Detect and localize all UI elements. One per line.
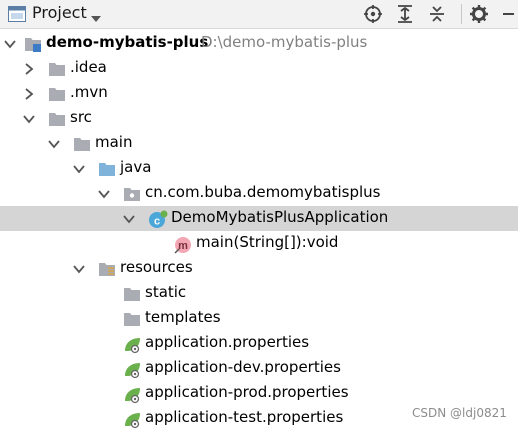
folder-static-label: static [145,283,187,301]
tree-row-idea[interactable]: .idea [0,56,518,81]
package-label: cn.com.buba.demomybatisplus [145,183,381,201]
folder-resources-label: resources [120,258,193,276]
resources-folder-icon [98,260,116,278]
root-project-path: D:\demo-mybatis-plus [201,33,368,51]
spring-properties-icon [123,385,141,404]
tree-row-resources[interactable]: resources [0,256,518,281]
toolbar-divider [461,4,462,24]
chevron-down-icon[interactable] [72,261,86,275]
tree-row-main[interactable]: main [0,131,518,156]
project-view-icon [8,6,26,26]
chevron-down-icon[interactable] [72,161,86,175]
hide-icon[interactable] [500,4,516,28]
folder-icon [123,310,141,328]
method-icon: m [173,235,191,254]
properties-file-label: application-test.properties [145,408,344,426]
tree-row-properties-dev[interactable]: application-dev.properties [0,356,518,381]
chevron-down-icon[interactable] [47,136,61,150]
tree-row-root[interactable]: demo-mybatis-plus D:\demo-mybatis-plus [0,31,518,56]
svg-text:m: m [178,240,188,252]
tree-row-app-class[interactable]: c DemoMybatisPlusApplication [0,206,518,231]
folder-main-label: main [95,133,133,151]
app-class-label: DemoMybatisPlusApplication [171,208,389,226]
chevron-right-icon[interactable] [22,86,36,100]
folder-src-label: src [70,108,92,126]
locate-icon[interactable] [363,4,383,28]
collapse-all-icon[interactable] [427,4,447,28]
package-icon [123,185,141,203]
tree-row-main-method[interactable]: m main(String[]):void [0,231,518,256]
tree-row-src[interactable]: src [0,106,518,131]
tree-row-properties[interactable]: application.properties [0,331,518,356]
spring-properties-icon [123,410,141,429]
expand-all-icon[interactable] [395,4,415,28]
project-view-title[interactable]: Project [32,3,87,22]
tree-row-package[interactable]: cn.com.buba.demomybatisplus [0,181,518,206]
tree-row-templates[interactable]: templates [0,306,518,331]
chevron-down-icon[interactable] [122,211,136,225]
spring-boot-class-icon: c [148,210,168,228]
folder-idea-label: .idea [70,58,107,76]
properties-file-label: application.properties [145,333,310,351]
chevron-right-icon[interactable] [22,61,36,75]
svg-text:c: c [154,216,160,228]
folder-mvn-label: .mvn [70,83,108,101]
folder-icon [123,285,141,303]
tree-row-properties-prod[interactable]: application-prod.properties [0,381,518,406]
folder-icon [73,135,91,153]
folder-java-label: java [120,158,152,176]
main-method-label: main(String[]):void [196,233,339,251]
gear-icon[interactable] [469,4,489,28]
module-folder-icon [24,35,42,53]
source-folder-icon [98,160,116,178]
watermark-text: CSDN @ldj0821 [412,406,507,420]
properties-file-label: application-dev.properties [145,358,341,376]
project-toolbar: Project [0,0,518,29]
chevron-down-icon[interactable] [22,111,36,125]
folder-icon [48,60,66,78]
spring-properties-icon [123,360,141,379]
root-project-label: demo-mybatis-plus [46,33,209,51]
tree-row-mvn[interactable]: .mvn [0,81,518,106]
properties-file-label: application-prod.properties [145,383,349,401]
chevron-down-icon[interactable] [90,9,102,28]
folder-icon [48,110,66,128]
chevron-down-icon[interactable] [3,36,17,50]
folder-icon [48,85,66,103]
folder-templates-label: templates [145,308,221,326]
spring-properties-icon [123,335,141,354]
chevron-down-icon[interactable] [97,186,111,200]
tree-row-static[interactable]: static [0,281,518,306]
tree-row-java[interactable]: java [0,156,518,181]
